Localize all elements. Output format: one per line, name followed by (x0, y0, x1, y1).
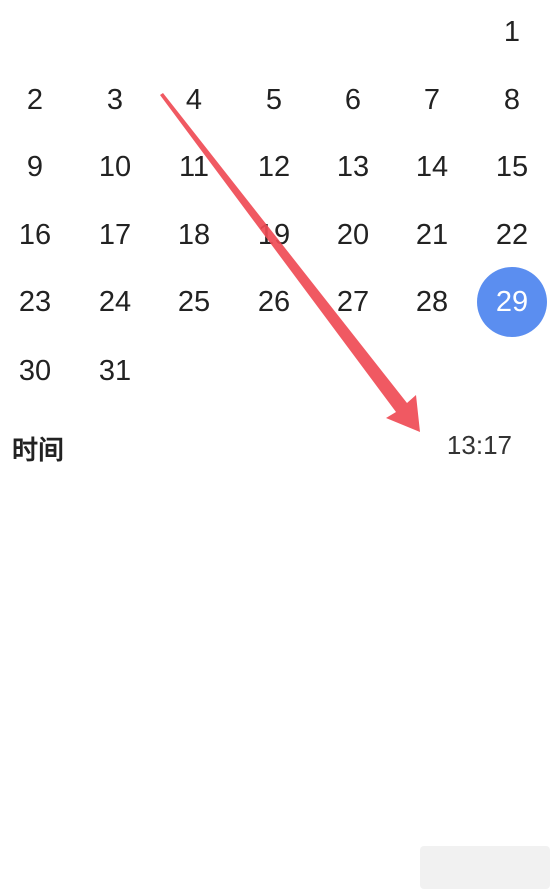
calendar-day[interactable]: 22 (480, 203, 544, 267)
calendar-day[interactable]: 13 (321, 135, 385, 199)
time-value[interactable]: 13:17 (443, 430, 516, 461)
calendar-day[interactable]: 17 (83, 203, 147, 267)
calendar-day[interactable]: 24 (83, 270, 147, 334)
watermark-stamp (420, 846, 550, 889)
calendar-day[interactable]: 18 (162, 203, 226, 267)
calendar-day[interactable]: 12 (242, 135, 306, 199)
calendar-day[interactable]: 23 (3, 270, 67, 334)
calendar-day[interactable]: 28 (400, 270, 464, 334)
calendar-day[interactable]: 11 (162, 135, 226, 199)
calendar-day[interactable]: 6 (321, 68, 385, 132)
calendar-day[interactable]: 21 (400, 203, 464, 267)
calendar-day[interactable]: 7 (400, 68, 464, 132)
calendar-grid: 1 2 3 4 5 6 7 8 9 10 11 12 13 14 15 16 17 18 19 20 21 22 23 24 2… (0, 0, 550, 420)
calendar-day[interactable]: 31 (83, 339, 147, 403)
calendar-day[interactable]: 3 (83, 68, 147, 132)
calendar-day[interactable]: 10 (83, 135, 147, 199)
calendar-day[interactable]: 30 (3, 339, 67, 403)
calendar-day-selected[interactable]: 29 (477, 267, 547, 337)
calendar-day[interactable]: 16 (3, 203, 67, 267)
calendar-day[interactable]: 14 (400, 135, 464, 199)
calendar-day[interactable]: 8 (480, 68, 544, 132)
calendar-day[interactable]: 19 (242, 203, 306, 267)
calendar-day[interactable]: 20 (321, 203, 385, 267)
time-row[interactable]: 时间 13:17 (0, 420, 550, 889)
calendar-day[interactable]: 1 (480, 0, 544, 64)
calendar-day[interactable]: 27 (321, 270, 385, 334)
calendar-day[interactable]: 5 (242, 68, 306, 132)
calendar-day[interactable]: 25 (162, 270, 226, 334)
time-label: 时间 (12, 436, 65, 466)
calendar-day[interactable]: 15 (480, 135, 544, 199)
calendar-day[interactable]: 4 (162, 68, 226, 132)
calendar-day[interactable]: 9 (3, 135, 67, 199)
calendar-day[interactable]: 26 (242, 270, 306, 334)
calendar-day[interactable]: 2 (3, 68, 67, 132)
